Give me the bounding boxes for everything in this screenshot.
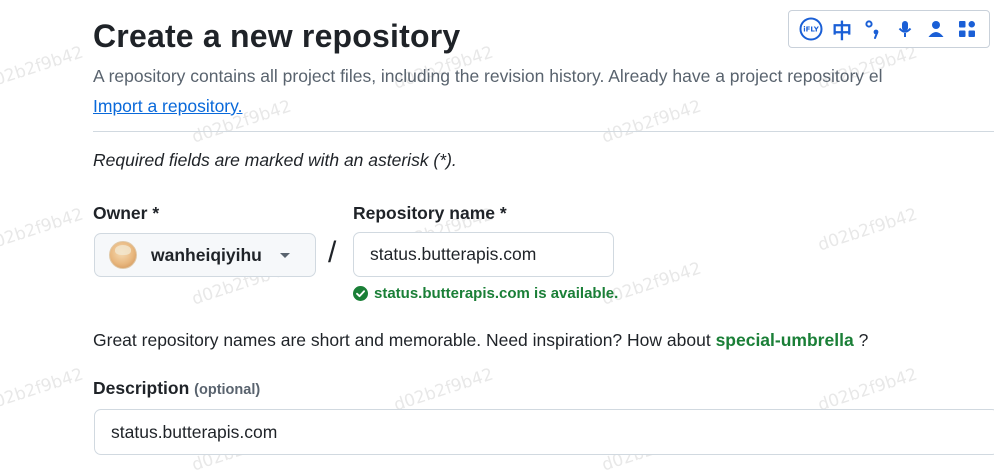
microphone-icon[interactable] bbox=[893, 17, 917, 41]
owner-select[interactable]: wanheiqiyihu bbox=[94, 233, 316, 277]
ifly-logo-text: iFLY bbox=[803, 26, 820, 34]
repository-name-label: Repository name * bbox=[353, 203, 507, 223]
watermark: d02b2f9b42 bbox=[0, 204, 86, 256]
import-repository-link[interactable]: Import a repository. bbox=[93, 96, 242, 117]
watermark: d02b2f9b42 bbox=[391, 364, 496, 416]
description-input[interactable] bbox=[94, 409, 994, 455]
avatar bbox=[109, 241, 137, 269]
repository-name-input[interactable] bbox=[353, 232, 614, 277]
page-subtitle: A repository contains all project files,… bbox=[93, 66, 883, 86]
check-circle-icon bbox=[353, 286, 368, 301]
availability-message: status.butterapis.com is available. bbox=[353, 285, 618, 302]
ime-toolbar: iFLY 中 bbox=[788, 10, 990, 48]
user-icon[interactable] bbox=[924, 17, 948, 41]
section-divider bbox=[93, 131, 994, 132]
description-label: Description (optional) bbox=[93, 378, 260, 399]
chinese-mode-toggle[interactable]: 中 bbox=[830, 17, 854, 43]
owner-name: wanheiqiyihu bbox=[151, 244, 262, 265]
suggested-name-link[interactable]: special-umbrella bbox=[716, 330, 854, 350]
watermark: d02b2f9b42 bbox=[0, 42, 86, 94]
caret-down-icon bbox=[279, 252, 290, 258]
watermark: d02b2f9b42 bbox=[599, 96, 704, 148]
watermark: d02b2f9b42 bbox=[0, 364, 86, 416]
hint-suffix: ? bbox=[858, 330, 869, 350]
name-hint: Great repository names are short and mem… bbox=[93, 330, 868, 351]
ifly-logo-icon[interactable]: iFLY bbox=[799, 17, 823, 41]
punctuation-icon[interactable] bbox=[861, 17, 885, 41]
availability-text: status.butterapis.com is available. bbox=[374, 285, 619, 302]
description-label-text: Description bbox=[93, 378, 190, 398]
page-title: Create a new repository bbox=[93, 18, 461, 54]
required-fields-note: Required fields are marked with an aster… bbox=[93, 150, 457, 170]
optional-tag: (optional) bbox=[194, 382, 261, 398]
owner-repo-separator: / bbox=[328, 236, 337, 269]
owner-label: Owner * bbox=[93, 203, 160, 223]
watermark: d02b2f9b42 bbox=[815, 364, 920, 416]
hint-text: Great repository names are short and mem… bbox=[93, 330, 711, 350]
watermark: d02b2f9b42 bbox=[815, 204, 920, 256]
apps-grid-icon[interactable] bbox=[955, 17, 979, 41]
